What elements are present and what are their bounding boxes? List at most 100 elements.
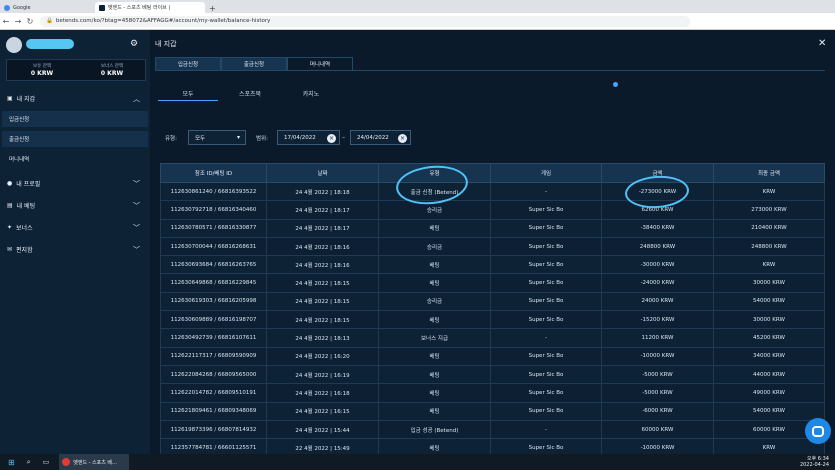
table-header-row: 참조 ID/베팅 ID 날짜 유형 게임 금액 최종 금액	[160, 163, 825, 183]
browser-tab-betends[interactable]: 벳엔드 - 스포츠 베팅 라이브 |	[95, 2, 205, 13]
balance-value: 0 KRW	[30, 70, 54, 77]
sidebar-item-withdraw[interactable]: 출금신청	[2, 131, 148, 147]
avatar[interactable]	[6, 37, 22, 53]
type-select[interactable]: 모두 ▾	[188, 130, 246, 145]
cell-type: 베팅	[378, 383, 491, 403]
wallet-icon: ▣	[7, 94, 13, 102]
cell-amount: 60000 KRW	[601, 419, 714, 440]
bonus-label: 보너스 잔액	[100, 64, 124, 69]
date-to-field[interactable]: 24/04/2022 ×	[350, 130, 411, 145]
cell-final-amount: 34000 KRW	[713, 346, 825, 366]
table-row: 112621809461 / 66809348069 24 4월 2022 | 1…	[160, 401, 825, 421]
cell-amount: -38400 KRW	[601, 218, 714, 238]
table-row: 112630693684 / 66816263765 24 4월 2022 | 1…	[160, 255, 825, 275]
range-dash: –	[342, 134, 345, 141]
cell-game: Super Sic Bo	[490, 200, 602, 220]
cell-ref-id: 112630780571 / 66816330877	[160, 218, 267, 238]
balance-box: 보유 잔액 0 KRW 보너스 잔액 0 KRW	[6, 59, 146, 81]
cell-date: 24 4월 2022 | 18:15	[266, 273, 379, 293]
tab-money-history[interactable]: 머니내역	[287, 57, 353, 71]
sidebar-item-bets[interactable]: ▤ 내 베팅 ﹀	[0, 195, 150, 215]
cell-ref-id: 112622084268 / 66809565000	[160, 364, 267, 385]
new-tab-icon[interactable]: +	[209, 4, 216, 13]
mail-icon: ✉	[7, 245, 13, 253]
cell-date: 24 4월 2022 | 16:20	[266, 346, 379, 366]
tab-deposit[interactable]: 입금신청	[155, 57, 221, 71]
cell-ref-id: 112630619303 / 66816205998	[160, 291, 267, 312]
table-row: 112630609889 / 66816198707 24 4월 2022 | 1…	[160, 310, 825, 330]
sidebar-item-bonus[interactable]: ✦ 보너스 ﹀	[0, 217, 150, 237]
subtab-sportsbook[interactable]: 스포츠북	[220, 86, 280, 101]
chat-icon	[812, 425, 824, 437]
browser-tab-bar: Google 벳엔드 - 스포츠 베팅 라이브 | +	[0, 0, 835, 13]
cell-type: 베팅	[378, 218, 491, 238]
clear-icon[interactable]: ×	[327, 134, 336, 143]
subtab-casino[interactable]: 카지노	[281, 86, 341, 101]
cell-type: 베팅	[378, 364, 491, 385]
settings-icon[interactable]: ⚙	[130, 39, 138, 49]
back-icon[interactable]: ←	[0, 17, 12, 26]
cell-final-amount: 54000 KRW	[713, 401, 825, 421]
tab-withdraw[interactable]: 출금신청	[221, 57, 287, 71]
cell-amount: -5000 KRW	[601, 364, 714, 385]
cell-ref-id: 112630700044 / 66816268631	[160, 236, 267, 257]
cell-amount: -30000 KRW	[601, 255, 714, 275]
sidebar-item-inbox[interactable]: ✉ 편지함 ﹀	[0, 239, 150, 259]
history-table: 참조 ID/베팅 ID 날짜 유형 게임 금액 최종 금액 1126308612…	[160, 163, 825, 458]
cell-type: 입금 성공 (Betend)	[378, 419, 491, 440]
cell-ref-id: 112630693684 / 66816263765	[160, 255, 267, 275]
cell-type: 베팅	[378, 310, 491, 330]
page-title: 내 지갑	[155, 40, 177, 48]
table-row: 112622084268 / 66809565000 24 4월 2022 | 1…	[160, 364, 825, 385]
table-row: 112619873396 / 66807814932 24 4월 2022 | 1…	[160, 419, 825, 440]
cell-date: 24 4월 2022 | 18:17	[266, 218, 379, 238]
table-row: 112630861240 / 66816393522 24 4월 2022 | 1…	[160, 181, 825, 202]
forward-icon[interactable]: →	[12, 17, 24, 26]
col-date: 날짜	[266, 163, 379, 183]
username-redacted	[26, 39, 74, 49]
url-field[interactable]: 🔒 betends.com/ko/?btag=458072&AFFAGG#/ac…	[40, 15, 690, 27]
windows-start-icon[interactable]: ⊞	[8, 458, 15, 467]
cell-type: 베팅	[378, 401, 491, 421]
cell-final-amount: KRW	[713, 255, 825, 275]
cell-date: 24 4월 2022 | 18:17	[266, 200, 379, 220]
cell-type: 베팅	[378, 255, 491, 275]
cell-ref-id: 112622117317 / 66809590909	[160, 346, 267, 366]
cell-date: 24 4월 2022 | 18:16	[266, 236, 379, 257]
sidebar-item-profile[interactable]: ● 내 프로필 ﹀	[0, 173, 150, 193]
balance-label: 보유 잔액	[33, 64, 51, 69]
cell-date: 24 4월 2022 | 15:44	[266, 419, 379, 440]
cell-final-amount: 30000 KRW	[713, 310, 825, 330]
subtab-all[interactable]: 모두	[158, 86, 218, 101]
taskbar-app-chrome[interactable]: 벳엔드 - 스포츠 베...	[59, 454, 130, 470]
chevron-down-icon: ﹀	[133, 246, 140, 254]
chat-button[interactable]	[805, 418, 831, 444]
table-row: 112630780571 / 66816330877 24 4월 2022 | 1…	[160, 218, 825, 238]
cell-final-amount: 30000 KRW	[713, 273, 825, 293]
chrome-icon	[62, 458, 71, 466]
browser-tab-google[interactable]: Google	[0, 2, 95, 13]
bonus-value: 0 KRW	[100, 70, 124, 77]
clear-icon[interactable]: ×	[398, 134, 407, 143]
cell-date: 24 4월 2022 | 16:15	[266, 401, 379, 421]
cell-type: 베팅	[378, 273, 491, 293]
table-row: 112630649868 / 66816229845 24 4월 2022 | 1…	[160, 273, 825, 293]
sidebar-item-money-history[interactable]: 머니내역	[2, 151, 148, 167]
cell-game: Super Sic Bo	[490, 401, 602, 421]
address-bar: ← → ↻ 🔒 betends.com/ko/?btag=458072&AFFA…	[0, 13, 835, 30]
sidebar-item-deposit[interactable]: 입금신청	[2, 111, 148, 127]
reload-icon[interactable]: ↻	[24, 17, 36, 26]
cell-game: -	[490, 181, 602, 202]
close-icon[interactable]: ✕	[818, 38, 826, 49]
clock[interactable]: 오후 6:34 2022-04-24	[800, 456, 829, 468]
cell-game: Super Sic Bo	[490, 236, 602, 257]
date-from-field[interactable]: 17/04/2022 ×	[277, 130, 340, 145]
cell-date: 24 4월 2022 | 18:18	[266, 181, 379, 202]
cell-date: 24 4월 2022 | 18:13	[266, 328, 379, 348]
cell-type: 승리금	[378, 236, 491, 257]
sidebar-item-wallet[interactable]: ▣ 내 지갑 ︿	[0, 88, 150, 108]
task-view-icon[interactable]: ▭	[43, 458, 50, 466]
search-icon[interactable]: ⌕	[27, 458, 31, 467]
lock-icon: 🔒	[46, 18, 53, 24]
cell-type: 베팅	[378, 346, 491, 366]
